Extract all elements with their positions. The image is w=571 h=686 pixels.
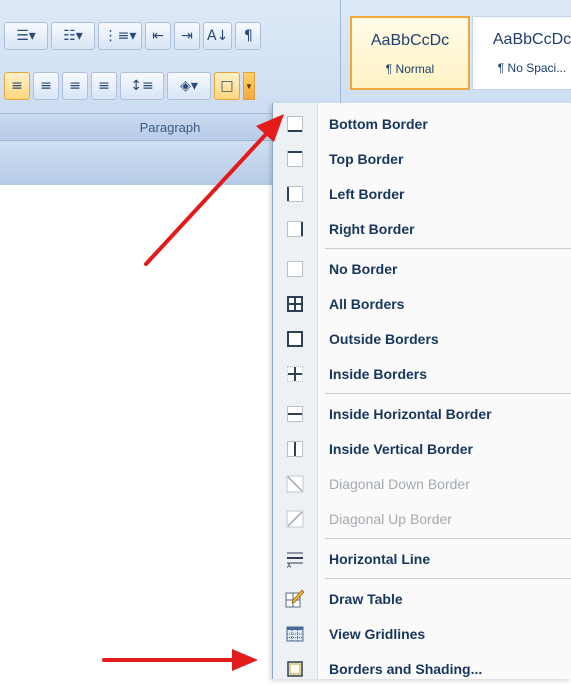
numbering-button[interactable]: ☷▾	[51, 22, 95, 50]
top-border-icon	[273, 150, 317, 167]
horizontal-line-icon: A	[273, 550, 317, 568]
borders-button[interactable]: □	[214, 72, 240, 100]
menu-item-inside-borders[interactable]: Inside Borders	[273, 356, 571, 391]
menu-item-label: Top Border	[329, 150, 404, 167]
align-right-button[interactable]: ≡	[62, 72, 88, 100]
paragraph-toolbar-row-2: ≡ ≡ ≡ ≡ ↕≡ ◈▾ □ ▼	[4, 72, 255, 100]
align-left-button[interactable]: ≡	[4, 72, 30, 100]
inside-borders-icon	[273, 365, 317, 382]
draw-table-icon	[273, 588, 317, 609]
menu-separator	[325, 578, 571, 579]
arrow-to-borders-and-shading	[102, 649, 258, 671]
menu-item-label: Diagonal Down Border	[329, 475, 470, 492]
menu-item-diagonal-up-border: Diagonal Up Border	[273, 501, 571, 536]
menu-item-bottom-border[interactable]: Bottom Border	[273, 106, 571, 141]
shading-button[interactable]: ◈▾	[167, 72, 211, 100]
menu-item-label: View Gridlines	[329, 625, 426, 642]
menu-item-label: Outside Borders	[329, 330, 439, 347]
left-border-icon	[273, 185, 317, 202]
multilevel-list-button[interactable]: ⋮≡▾	[98, 22, 142, 50]
paragraph-toolbar-row-1: ☰▾ ☷▾ ⋮≡▾ ⇤ ⇥ A↓ ¶	[4, 22, 262, 50]
inside-horizontal-border-icon	[273, 405, 317, 422]
all-borders-icon	[273, 295, 317, 312]
diagonal-down-border-icon	[273, 475, 317, 493]
menu-item-borders-and-shading[interactable]: Borders and Shading...	[273, 651, 571, 686]
menu-item-label: Horizontal Line	[329, 550, 431, 567]
menu-item-label: Borders and Shading...	[329, 660, 483, 677]
center-button[interactable]: ≡	[33, 72, 59, 100]
menu-item-label: Diagonal Up Border	[329, 510, 452, 527]
menu-item-label: Left Border	[329, 185, 405, 202]
menu-item-all-borders[interactable]: All Borders	[273, 286, 571, 321]
svg-text:A: A	[287, 563, 292, 568]
menu-item-diagonal-down-border: Diagonal Down Border	[273, 466, 571, 501]
style-no-spacing[interactable]: AaBbCcDc ¶ No Spaci...	[472, 16, 571, 90]
outside-borders-icon	[273, 330, 317, 347]
menu-item-left-border[interactable]: Left Border	[273, 176, 571, 211]
menu-separator	[325, 538, 571, 539]
style-name-label: ¶ Normal	[385, 62, 435, 76]
no-border-icon	[273, 260, 317, 277]
menu-item-right-border[interactable]: Right Border	[273, 211, 571, 246]
bottom-border-icon	[273, 115, 317, 132]
show-formatting-marks-button[interactable]: ¶	[235, 22, 262, 50]
justify-button[interactable]: ≡	[91, 72, 117, 100]
increase-indent-button[interactable]: ⇥	[174, 22, 200, 50]
menu-item-label: Inside Vertical Border	[329, 440, 473, 457]
menu-separator	[325, 393, 571, 394]
menu-item-inside-horizontal-border[interactable]: Inside Horizontal Border	[273, 396, 571, 431]
line-spacing-button[interactable]: ↕≡	[120, 72, 164, 100]
style-sample-text: AaBbCcDc	[492, 31, 571, 48]
menu-item-label: Inside Horizontal Border	[329, 405, 492, 422]
menu-item-label: Bottom Border	[329, 115, 428, 132]
style-name-label: ¶ No Spaci...	[497, 61, 567, 75]
borders-and-shading-icon	[273, 660, 317, 678]
menu-item-draw-table[interactable]: Draw Table	[273, 581, 571, 616]
menu-item-label: Draw Table	[329, 590, 403, 607]
menu-item-top-border[interactable]: Top Border	[273, 141, 571, 176]
borders-dropdown-arrow[interactable]: ▼	[243, 72, 255, 100]
menu-item-view-gridlines[interactable]: View Gridlines	[273, 616, 571, 651]
menu-item-inside-vertical-border[interactable]: Inside Vertical Border	[273, 431, 571, 466]
style-sample-text: AaBbCcDc	[370, 32, 450, 49]
menu-item-no-border[interactable]: No Border	[273, 251, 571, 286]
menu-item-horizontal-line[interactable]: A Horizontal Line	[273, 541, 571, 576]
borders-menu: Bottom Border Top Border Left Border Rig…	[272, 103, 571, 679]
style-normal[interactable]: AaBbCcDc ¶ Normal	[350, 16, 470, 90]
menu-item-label: All Borders	[329, 295, 405, 312]
menu-item-label: Inside Borders	[329, 365, 428, 382]
menu-item-outside-borders[interactable]: Outside Borders	[273, 321, 571, 356]
sort-button[interactable]: A↓	[203, 22, 233, 50]
bullets-button[interactable]: ☰▾	[4, 22, 48, 50]
menu-item-label: No Border	[329, 260, 398, 277]
view-gridlines-icon	[273, 625, 317, 643]
menu-separator	[325, 248, 571, 249]
right-border-icon	[273, 220, 317, 237]
inside-vertical-border-icon	[273, 440, 317, 457]
diagonal-up-border-icon	[273, 510, 317, 528]
menu-item-label: Right Border	[329, 220, 415, 237]
decrease-indent-button[interactable]: ⇤	[145, 22, 171, 50]
